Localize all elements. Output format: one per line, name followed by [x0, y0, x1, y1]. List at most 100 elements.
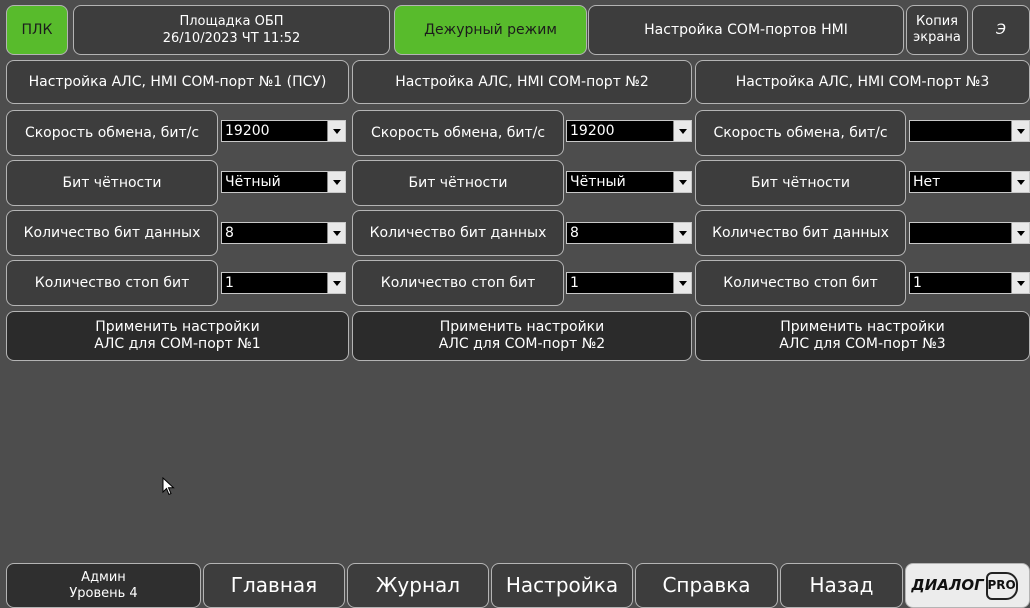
nav-main-button[interactable]: Главная — [203, 563, 345, 608]
port1-apply-line2: АЛС для COM-порт №1 — [94, 336, 261, 352]
port3-apply-button[interactable]: Применить настройки АЛС для COM-порт №3 — [695, 311, 1030, 361]
mode-button[interactable]: Дежурный режим — [394, 5, 587, 55]
port2-databits-select[interactable]: 8 — [566, 222, 692, 244]
datetime: 26/10/2023 ЧТ 11:52 — [162, 31, 301, 46]
brand-logo: ДИАЛОГ PRO — [905, 563, 1030, 608]
port3-databits-select[interactable] — [909, 222, 1030, 244]
port2-apply-line1: Применить настройки — [439, 319, 605, 335]
screen-title: Настройка COM-портов HMI — [588, 5, 904, 55]
chevron-down-icon[interactable] — [327, 273, 345, 293]
chevron-down-icon[interactable] — [673, 121, 691, 141]
port3-stopbits-value: 1 — [913, 275, 922, 291]
logo-pro-text: PRO — [987, 578, 1016, 592]
port1-stopbits-label-text: Количество стоп бит — [34, 274, 190, 291]
port3-databits-label: Количество бит данных — [695, 210, 906, 256]
user-name: Админ — [81, 569, 126, 585]
port3-databits-label-text: Количество бит данных — [712, 224, 889, 241]
port3-baud-select[interactable] — [909, 120, 1030, 142]
chevron-down-icon[interactable] — [327, 172, 345, 192]
port3-baud-label-text: Скорость обмена, бит/с — [713, 124, 888, 141]
port2-databits-label: Количество бит данных — [352, 210, 564, 256]
copy-screen-line2: экрана — [913, 30, 961, 45]
chevron-down-icon[interactable] — [1011, 273, 1029, 293]
chevron-down-icon[interactable] — [1011, 121, 1029, 141]
mode-label: Дежурный режим — [424, 21, 557, 38]
port1-stopbits-label: Количество стоп бит — [6, 260, 218, 306]
port3-parity-value: Нет — [913, 174, 941, 190]
port2-title-text: Настройка АЛС, HMI COM-порт №2 — [395, 73, 649, 90]
port3-stopbits-select[interactable]: 1 — [909, 272, 1030, 294]
port1-parity-value: Чётный — [225, 174, 281, 190]
port2-parity-value: Чётный — [570, 174, 626, 190]
port1-apply-line1: Применить настройки — [95, 319, 260, 335]
port2-stopbits-value: 1 — [570, 275, 579, 291]
port3-stopbits-label: Количество стоп бит — [695, 260, 906, 306]
port3-title: Настройка АЛС, HMI COM-порт №3 — [695, 60, 1030, 104]
nav-settings-label: Настройка — [505, 573, 619, 597]
plc-label: ПЛК — [21, 21, 53, 38]
nav-back-button[interactable]: Назад — [780, 563, 903, 608]
port1-title: Настройка АЛС, HMI COM-порт №1 (ПСУ) — [6, 60, 349, 104]
port2-baud-value: 19200 — [570, 123, 615, 139]
port2-stopbits-label-text: Количество стоп бит — [380, 274, 536, 291]
user-level: Уровень 4 — [69, 585, 138, 601]
port2-databits-label-text: Количество бит данных — [369, 224, 547, 241]
port2-baud-label: Скорость обмена, бит/с — [352, 110, 564, 156]
port1-baud-value: 19200 — [225, 123, 270, 139]
port3-parity-label: Бит чётности — [695, 160, 906, 206]
port2-stopbits-select[interactable]: 1 — [566, 272, 692, 294]
port1-baud-label: Скорость обмена, бит/с — [6, 110, 218, 156]
extra-button[interactable]: Э — [972, 5, 1030, 55]
port2-parity-label-text: Бит чётности — [408, 174, 508, 191]
nav-help-label: Справка — [662, 573, 751, 597]
nav-back-label: Назад — [809, 573, 874, 597]
port1-stopbits-value: 1 — [225, 275, 234, 291]
port1-parity-label-text: Бит чётности — [62, 174, 162, 191]
port1-baud-label-text: Скорость обмена, бит/с — [24, 124, 200, 141]
extra-button-label: Э — [996, 21, 1006, 38]
nav-main-label: Главная — [230, 573, 318, 597]
port2-title: Настройка АЛС, HMI COM-порт №2 — [352, 60, 692, 104]
port1-databits-value: 8 — [225, 225, 234, 241]
port2-apply-line2: АЛС для COM-порт №2 — [438, 336, 606, 352]
nav-journal-label: Журнал — [375, 573, 461, 597]
nav-settings-button[interactable]: Настройка — [491, 563, 633, 608]
nav-journal-button[interactable]: Журнал — [347, 563, 489, 608]
user-info[interactable]: Админ Уровень 4 — [6, 563, 201, 608]
copy-screen-button[interactable]: Копия экрана — [906, 5, 968, 55]
port3-stopbits-label-text: Количество стоп бит — [723, 274, 878, 291]
chevron-down-icon[interactable] — [673, 223, 691, 243]
port3-baud-label: Скорость обмена, бит/с — [695, 110, 906, 156]
logo-main-text: ДИАЛОГ — [911, 576, 984, 594]
port3-apply-line1: Применить настройки — [780, 319, 945, 335]
plc-button[interactable]: ПЛК — [6, 5, 68, 55]
port1-databits-label: Количество бит данных — [6, 210, 218, 256]
port1-stopbits-select[interactable]: 1 — [221, 272, 346, 294]
port1-baud-select[interactable]: 19200 — [221, 120, 346, 142]
chevron-down-icon[interactable] — [1011, 223, 1029, 243]
chevron-down-icon[interactable] — [673, 172, 691, 192]
chevron-down-icon[interactable] — [1011, 172, 1029, 192]
port2-apply-button[interactable]: Применить настройки АЛС для COM-порт №2 — [352, 311, 692, 361]
port1-parity-select[interactable]: Чётный — [221, 171, 346, 193]
chevron-down-icon[interactable] — [327, 223, 345, 243]
port2-stopbits-label: Количество стоп бит — [352, 260, 564, 306]
port1-databits-label-text: Количество бит данных — [23, 224, 201, 241]
chevron-down-icon[interactable] — [327, 121, 345, 141]
port2-baud-select[interactable]: 19200 — [566, 120, 692, 142]
mouse-pointer-icon — [162, 477, 175, 496]
port1-databits-select[interactable]: 8 — [221, 222, 346, 244]
copy-screen-line1: Копия — [916, 14, 958, 29]
port3-parity-select[interactable]: Нет — [909, 171, 1030, 193]
port2-baud-label-text: Скорость обмена, бит/с — [370, 124, 546, 141]
port1-parity-label: Бит чётности — [6, 160, 218, 206]
port1-apply-button[interactable]: Применить настройки АЛС для COM-порт №1 — [6, 311, 349, 361]
port2-parity-select[interactable]: Чётный — [566, 171, 692, 193]
screen-title-text: Настройка COM-портов HMI — [644, 21, 848, 38]
chevron-down-icon[interactable] — [673, 273, 691, 293]
site-name: Площадка ОБП — [179, 14, 284, 29]
nav-help-button[interactable]: Справка — [635, 563, 778, 608]
logo-pro-badge: PRO — [985, 571, 1018, 600]
port3-apply-line2: АЛС для COM-порт №3 — [779, 336, 946, 352]
port3-parity-label-text: Бит чётности — [750, 174, 851, 191]
